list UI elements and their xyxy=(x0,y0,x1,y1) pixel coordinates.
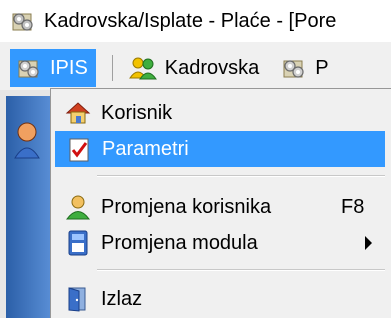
menu-bar: IPIS Kadrovska P xyxy=(0,48,391,88)
menu-item-promjena-korisnika[interactable]: Promjena korisnika F8 xyxy=(55,189,385,225)
menu-kadrovska-label: Kadrovska xyxy=(164,56,260,79)
user-avatar-icon xyxy=(14,122,40,159)
gear-icon xyxy=(283,60,304,78)
window-title: Kadrovska/Isplate - Plaće - [Pore xyxy=(44,9,337,32)
menu-item-label: Korisnik xyxy=(101,101,173,124)
menu-item-label: Parametri xyxy=(102,137,189,160)
module-icon xyxy=(68,230,88,256)
menu-kadrovska[interactable]: Kadrovska xyxy=(128,49,260,87)
app-gear-icon xyxy=(12,13,33,31)
menu-item-label: Izlaz xyxy=(101,287,143,310)
menu-ipis[interactable]: IPIS xyxy=(10,49,96,87)
ipis-dropdown-menu: Korisnik Parametri Promjena korisnika F8 xyxy=(50,88,391,318)
menu-separator xyxy=(97,269,385,271)
menu-item-label: Promjena modula xyxy=(101,231,258,254)
checklist-icon xyxy=(69,138,89,162)
exit-door-icon xyxy=(68,287,86,312)
user-icon xyxy=(66,195,90,220)
gear-icon xyxy=(18,60,39,78)
background-panel xyxy=(0,90,52,318)
app-window: Kadrovska/Isplate - Plaće - [Pore IPIS K… xyxy=(0,0,391,318)
menu-item-parametri[interactable]: Parametri xyxy=(55,131,385,167)
menu-item-promjena-modula[interactable]: Promjena modula xyxy=(55,225,385,261)
menu-item-izlaz[interactable]: Izlaz xyxy=(55,281,385,317)
submenu-arrow-icon xyxy=(365,236,372,250)
menu-ipis-label: IPIS xyxy=(50,56,88,79)
menu-item-label: Promjena korisnika xyxy=(101,195,272,218)
menu-separator xyxy=(111,55,113,81)
menu-item-korisnik[interactable]: Korisnik xyxy=(55,95,385,131)
menu-item-shortcut: F8 xyxy=(341,195,365,218)
title-bar: Kadrovska/Isplate - Plaće - [Pore xyxy=(0,0,391,42)
users-icon xyxy=(128,57,157,80)
home-icon xyxy=(65,102,91,124)
menu-separator xyxy=(97,175,385,177)
menu-p[interactable]: P xyxy=(281,49,329,87)
menu-p-label: P xyxy=(315,56,329,79)
